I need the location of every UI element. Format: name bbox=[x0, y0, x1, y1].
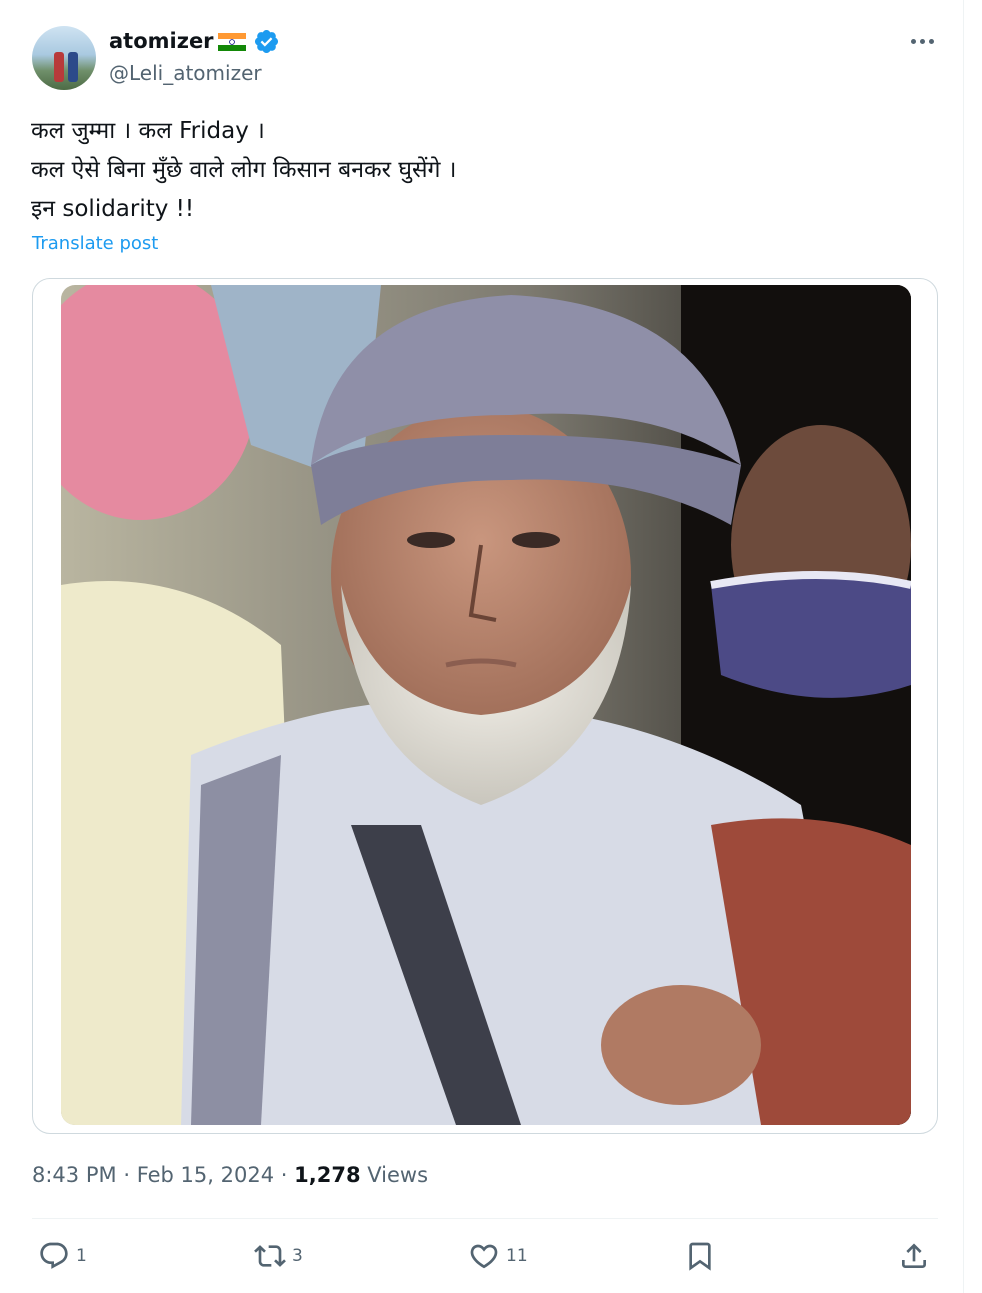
like-button[interactable]: 11 bbox=[468, 1236, 528, 1276]
like-count: 11 bbox=[506, 1246, 528, 1266]
repost-count: 3 bbox=[292, 1246, 303, 1266]
divider bbox=[32, 1218, 938, 1219]
bookmark-button[interactable] bbox=[684, 1236, 716, 1276]
post-image[interactable] bbox=[32, 278, 938, 1134]
reply-icon bbox=[40, 1242, 68, 1269]
post-time[interactable]: 8:43 PM bbox=[32, 1163, 117, 1187]
separator: · bbox=[280, 1163, 288, 1187]
author-display-name[interactable]: atomizer bbox=[109, 28, 214, 54]
share-button[interactable] bbox=[898, 1236, 930, 1276]
separator: · bbox=[123, 1163, 130, 1187]
photo bbox=[61, 285, 911, 1125]
more-options-icon[interactable] bbox=[900, 26, 944, 56]
views-label: Views bbox=[367, 1163, 429, 1187]
repost-button[interactable]: 3 bbox=[254, 1236, 303, 1276]
translate-post-link[interactable]: Translate post bbox=[32, 233, 158, 254]
post-text: कल जुम्मा । कल Friday । कल ऐसे बिना मुँछ… bbox=[31, 112, 911, 229]
post-text-line: कल ऐसे बिना मुँछे वाले लोग किसान बनकर घु… bbox=[31, 157, 457, 183]
bookmark-icon bbox=[689, 1242, 711, 1271]
repost-icon bbox=[254, 1245, 286, 1267]
heart-icon bbox=[470, 1244, 498, 1269]
post-date[interactable]: Feb 15, 2024 bbox=[137, 1163, 274, 1187]
tweet-card: atomizer @Leli_atomizer कल जुम्मा । कल F… bbox=[0, 0, 964, 1293]
post-metadata: 8:43 PM · Feb 15, 2024 · 1,278 Views bbox=[32, 1161, 428, 1189]
share-icon bbox=[902, 1243, 926, 1268]
india-flag-icon bbox=[218, 33, 246, 51]
reply-count: 1 bbox=[76, 1246, 87, 1266]
author-handle[interactable]: @Leli_atomizer bbox=[109, 60, 262, 86]
avatar[interactable] bbox=[32, 26, 96, 90]
post-text-line: कल जुम्मा । कल Friday । bbox=[31, 118, 265, 144]
views-count: 1,278 bbox=[294, 1163, 361, 1187]
reply-button[interactable]: 1 bbox=[38, 1236, 87, 1276]
post-text-line: इन solidarity !! bbox=[31, 196, 195, 222]
verified-icon[interactable] bbox=[253, 28, 280, 55]
